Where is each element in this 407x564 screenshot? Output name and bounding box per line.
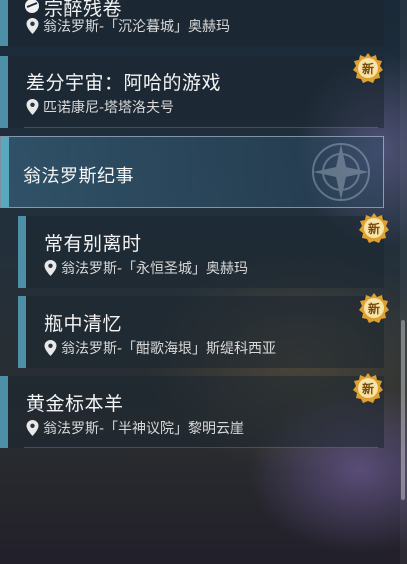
quest-location-text: 匹诺康尼-塔塔洛夫号 xyxy=(43,100,175,116)
quest-location-text: 翁法罗斯-「永恒圣城」奥赫玛 xyxy=(61,261,249,277)
quest-section-header[interactable]: 翁法罗斯纪事 xyxy=(0,136,384,208)
quest-location-text: 翁法罗斯-「半神议院」黎明云崖 xyxy=(43,421,245,437)
quest-title: 常有别离时 xyxy=(44,233,142,255)
location-pin-icon xyxy=(26,18,39,34)
location-pin-icon xyxy=(44,340,57,356)
quest-accent-bar xyxy=(0,376,8,448)
location-pin-icon xyxy=(44,260,57,276)
divider xyxy=(24,127,378,128)
new-badge-label: 新 xyxy=(361,62,374,76)
quest-list: 宗醉残卷 翁法罗斯-「沉沦暮城」奥赫玛 差分宇宙：阿哈的游戏 匹诺康尼-塔塔洛夫… xyxy=(0,0,400,564)
new-badge: 新 xyxy=(358,292,390,324)
quest-item[interactable]: 瓶中清忆 翁法罗斯-「酣歌海垠」斯缇科西亚 新 xyxy=(18,293,389,368)
new-badge: 新 xyxy=(352,52,384,84)
quest-item[interactable]: 差分宇宙：阿哈的游戏 匹诺康尼-塔塔洛夫号 新 xyxy=(0,53,384,128)
quest-accent-bar xyxy=(18,296,26,368)
quest-location-text: 翁法罗斯-「沉沦暮城」奥赫玛 xyxy=(43,19,231,35)
quest-location: 翁法罗斯-「沉沦暮城」奥赫玛 xyxy=(26,16,230,36)
quest-accent-bar xyxy=(0,56,8,128)
quest-accent-bar xyxy=(18,216,26,288)
new-badge: 新 xyxy=(358,212,390,244)
quest-location: 翁法罗斯-「酣歌海垠」斯缇科西亚 xyxy=(44,338,276,358)
amphoreus-emblem-icon xyxy=(312,143,370,201)
divider xyxy=(24,447,378,448)
new-badge: 新 xyxy=(352,372,384,404)
section-title: 翁法罗斯纪事 xyxy=(23,166,134,187)
quest-location: 翁法罗斯-「永恒圣城」奥赫玛 xyxy=(44,258,248,278)
quest-location-text: 翁法罗斯-「酣歌海垠」斯缇科西亚 xyxy=(61,341,277,357)
new-badge-label: 新 xyxy=(361,382,374,396)
quest-title: 瓶中清忆 xyxy=(44,313,123,335)
new-badge-label: 新 xyxy=(367,302,380,316)
new-badge-label: 新 xyxy=(367,222,380,236)
quest-item[interactable]: 宗醉残卷 翁法罗斯-「沉沦暮城」奥赫玛 xyxy=(0,0,384,46)
quest-item[interactable]: 常有别离时 翁法罗斯-「永恒圣城」奥赫玛 新 xyxy=(18,213,389,288)
section-accent-bar xyxy=(1,137,9,207)
quest-accent-bar xyxy=(0,0,8,46)
quest-location: 匹诺康尼-塔塔洛夫号 xyxy=(26,97,174,117)
quest-title: 差分宇宙：阿哈的游戏 xyxy=(26,72,222,94)
quest-type-icon xyxy=(25,0,39,13)
scrollbar-thumb[interactable] xyxy=(401,320,405,500)
quest-title: 黄金标本羊 xyxy=(26,393,124,415)
location-pin-icon xyxy=(26,420,39,436)
quest-location: 翁法罗斯-「半神议院」黎明云崖 xyxy=(26,418,244,438)
quest-item[interactable]: 黄金标本羊 翁法罗斯-「半神议院」黎明云崖 新 xyxy=(0,373,384,448)
location-pin-icon xyxy=(26,99,39,115)
